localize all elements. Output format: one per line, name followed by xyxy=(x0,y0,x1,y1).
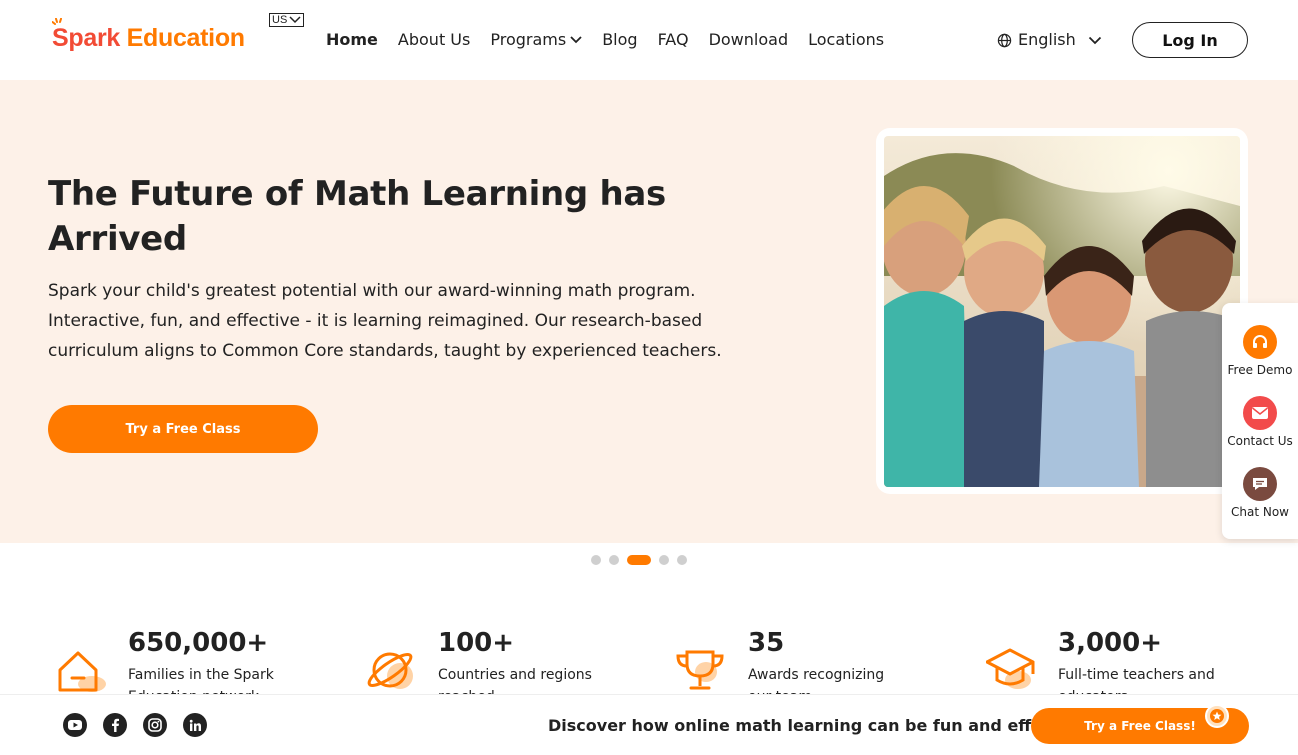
nav-programs-label: Programs xyxy=(490,30,567,49)
nav-blog[interactable]: Blog xyxy=(602,29,637,51)
stat-number: 650,000+ xyxy=(128,628,269,658)
stat-text: Countries and regions reached xyxy=(438,667,592,694)
contact-us-button[interactable]: Contact Us xyxy=(1222,396,1298,448)
language-selector[interactable]: English xyxy=(997,29,1102,51)
chat-now-label: Chat Now xyxy=(1231,505,1289,519)
globe-icon xyxy=(997,33,1012,47)
chat-icon xyxy=(1243,467,1277,501)
sticky-footer-bar: Discover how online math learning can be… xyxy=(0,694,1298,755)
stat-text: Full-time teachers and educators xyxy=(1058,667,1215,694)
side-contact-widget: Free Demo Contact Us Chat Now xyxy=(1222,303,1298,539)
carousel-dots xyxy=(591,555,687,565)
graduation-cap-icon xyxy=(986,648,1035,689)
hero-section: The Future of Math Learning has Arrived … xyxy=(0,80,1298,543)
stat-countries: 100+ Countries and regions reached xyxy=(366,626,606,694)
region-label: US xyxy=(272,14,288,26)
home-icon xyxy=(58,651,106,692)
carousel-dot-2[interactable] xyxy=(609,555,619,565)
nav-faq[interactable]: FAQ xyxy=(658,29,689,51)
logo[interactable]: Spark Education xyxy=(52,18,245,58)
youtube-icon[interactable] xyxy=(63,713,87,737)
mail-icon xyxy=(1243,396,1277,430)
footer-message: Discover how online math learning can be… xyxy=(548,716,1086,735)
stat-text: Awards recognizing our team xyxy=(748,667,885,694)
hero-title: The Future of Math Learning has Arrived xyxy=(48,174,666,259)
chevron-down-icon xyxy=(1088,36,1101,44)
carousel-dot-3[interactable] xyxy=(627,555,651,565)
nav-home[interactable]: Home xyxy=(326,29,378,51)
stat-awards: 35 Awards recognizing our team xyxy=(676,626,916,694)
facebook-icon[interactable] xyxy=(103,713,127,737)
stat-number: 3,000+ xyxy=(1058,628,1163,658)
chat-now-button[interactable]: Chat Now xyxy=(1222,467,1298,519)
site-header: Spark Education US Home About Us Program… xyxy=(0,0,1298,80)
stat-text: Families in the Spark Education network xyxy=(128,667,274,694)
main-nav: Home About Us Programs Blog FAQ Download… xyxy=(326,29,884,51)
free-demo-label: Free Demo xyxy=(1227,363,1293,377)
social-links xyxy=(63,713,207,737)
carousel-dot-4[interactable] xyxy=(659,555,669,565)
nav-programs[interactable]: Programs xyxy=(490,29,582,51)
nav-about-us[interactable]: About Us xyxy=(398,29,470,51)
nav-download[interactable]: Download xyxy=(709,29,789,51)
star-badge-icon xyxy=(1205,704,1229,728)
login-button[interactable]: Log In xyxy=(1132,22,1248,58)
trophy-icon xyxy=(676,650,724,690)
spark-icon xyxy=(52,18,62,25)
hero-description: Spark your child's greatest potential wi… xyxy=(48,281,722,361)
logo-text: Spark Education xyxy=(52,18,245,58)
headset-icon xyxy=(1243,325,1277,359)
planet-icon xyxy=(367,652,413,689)
free-demo-button[interactable]: Free Demo xyxy=(1222,325,1298,377)
stat-teachers: 3,000+ Full-time teachers and educators xyxy=(986,626,1226,694)
chevron-down-icon xyxy=(570,36,582,44)
stat-families: 650,000+ Families in the Spark Education… xyxy=(56,626,296,694)
logo-text-part2: Education xyxy=(119,24,245,52)
chevron-down-icon xyxy=(289,16,301,24)
contact-us-label: Contact Us xyxy=(1227,434,1293,448)
language-label: English xyxy=(1018,30,1076,49)
linkedin-icon[interactable] xyxy=(183,713,207,737)
carousel-dot-5[interactable] xyxy=(677,555,687,565)
instagram-icon[interactable] xyxy=(143,713,167,737)
hero-image-kids xyxy=(884,136,1240,487)
stat-number: 100+ xyxy=(438,628,515,658)
stat-number: 35 xyxy=(748,628,785,658)
region-selector[interactable]: US xyxy=(269,13,305,27)
carousel-dot-1[interactable] xyxy=(591,555,601,565)
nav-locations[interactable]: Locations xyxy=(808,29,884,51)
try-free-class-button[interactable]: Try a Free Class xyxy=(48,405,318,453)
